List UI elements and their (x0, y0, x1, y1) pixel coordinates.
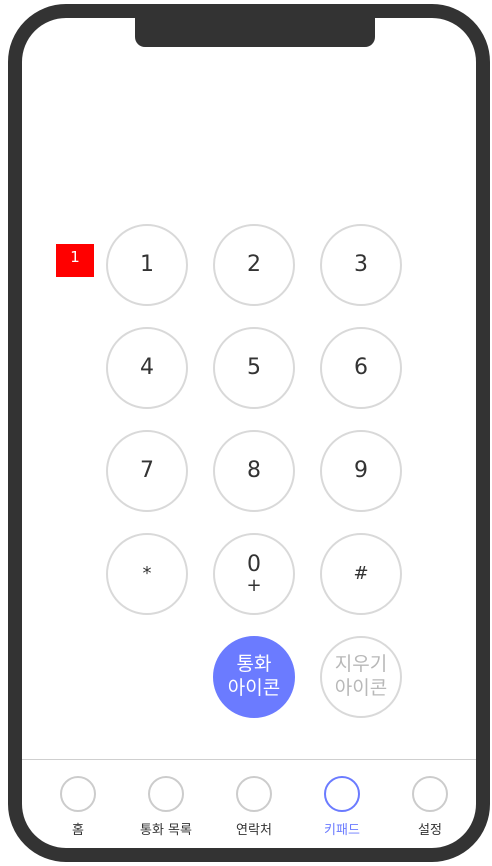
key-hash[interactable]: # (320, 533, 402, 615)
nav-item-label: 홈 (72, 823, 84, 838)
call-label-line2: 아이콘 (227, 677, 281, 699)
annotation-badge-label: 1 (70, 248, 80, 266)
key-digit: 6 (354, 355, 368, 380)
key-digit: 4 (140, 355, 154, 380)
nav-item-settings[interactable]: 설정 (385, 776, 475, 838)
key-digit: * (142, 563, 152, 584)
call-button[interactable]: 통화 아이콘 (213, 636, 295, 718)
nav-item-contacts[interactable]: 연락처 (209, 776, 299, 838)
key-digit: 0 (247, 551, 261, 577)
nav-item-call-log[interactable]: 통화 목록 (121, 776, 211, 838)
delete-label-line1: 지우기 (334, 653, 388, 676)
key-3[interactable]: 3 (320, 224, 402, 306)
key-8[interactable]: 8 (213, 430, 295, 512)
nav-divider (22, 759, 476, 760)
key-digit: 8 (247, 458, 261, 483)
key-digit: 1 (140, 252, 154, 277)
key-6[interactable]: 6 (320, 327, 402, 409)
key-digit: 3 (354, 252, 368, 277)
home-icon (60, 776, 96, 812)
key-2[interactable]: 2 (213, 224, 295, 306)
nav-item-label: 연락처 (236, 823, 272, 838)
key-sub-label: + (246, 574, 262, 596)
settings-icon (412, 776, 448, 812)
key-digit: 2 (247, 252, 261, 277)
key-star[interactable]: * (106, 533, 188, 615)
phone-frame: 1 1 2 3 4 5 6 7 8 9 * 0 + # 통화 아이콘 지우기 아… (8, 4, 490, 862)
key-digit: # (353, 563, 369, 584)
key-9[interactable]: 9 (320, 430, 402, 512)
contacts-icon (236, 776, 272, 812)
key-1[interactable]: 1 (106, 224, 188, 306)
annotation-badge: 1 (56, 244, 94, 277)
nav-item-keypad[interactable]: 키패드 (297, 776, 387, 838)
key-digit: 5 (247, 355, 261, 380)
nav-item-label: 키패드 (324, 823, 360, 838)
nav-item-label: 설정 (418, 823, 442, 838)
delete-label-line2: 아이콘 (334, 677, 388, 699)
key-5[interactable]: 5 (213, 327, 295, 409)
nav-item-label: 통화 목록 (140, 823, 192, 838)
call-label-line1: 통화 (236, 653, 272, 676)
key-digit: 9 (354, 458, 368, 483)
keypad-icon (324, 776, 360, 812)
delete-button[interactable]: 지우기 아이콘 (320, 636, 402, 718)
key-0[interactable]: 0 + (213, 533, 295, 615)
key-7[interactable]: 7 (106, 430, 188, 512)
key-digit: 7 (140, 458, 154, 483)
notch (135, 18, 375, 47)
call-log-icon (148, 776, 184, 812)
key-4[interactable]: 4 (106, 327, 188, 409)
nav-item-home[interactable]: 홈 (33, 776, 123, 838)
